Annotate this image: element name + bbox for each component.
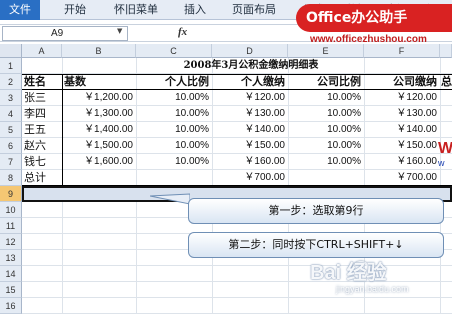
row-header[interactable]: 4 xyxy=(0,106,22,122)
watermark-logo-text: Office办公助手 xyxy=(306,10,408,26)
row-header[interactable]: 12 xyxy=(0,234,22,250)
row-header[interactable]: 2 xyxy=(0,74,22,90)
row-header[interactable]: 5 xyxy=(0,122,22,138)
callout-step-2-text: 第二步：同时按下CTRL+SHIFT+↓ xyxy=(228,238,404,251)
cell-company-rate[interactable]: 10.00% xyxy=(288,106,364,122)
baidu-watermark-logo: Bai 经验 xyxy=(310,262,387,284)
cell-personal-rate[interactable]: 10.00% xyxy=(136,122,212,138)
column-header-d[interactable]: D xyxy=(212,44,288,58)
cell-name[interactable]: 钱七 xyxy=(24,154,62,170)
cell-personal-amount[interactable]: ￥120.00 xyxy=(212,90,288,106)
cell-company-amount[interactable]: ￥150.00 xyxy=(364,138,440,154)
cell-company-rate[interactable]: 10.00% xyxy=(288,122,364,138)
cell-base[interactable]: ￥1,500.00 xyxy=(62,138,136,154)
table-border xyxy=(22,89,452,90)
column-header-a[interactable]: A xyxy=(22,44,62,58)
cell-personal-amount[interactable]: ￥140.00 xyxy=(212,122,288,138)
column-header-b[interactable]: B xyxy=(62,44,136,58)
cell-company-rate[interactable]: 10.00% xyxy=(288,154,364,170)
cell-company-amount[interactable]: ￥140.00 xyxy=(364,122,440,138)
cell-company-amount[interactable]: ￥130.00 xyxy=(364,106,440,122)
row-header[interactable]: 15 xyxy=(0,282,22,298)
tab-insert[interactable]: 插入 xyxy=(184,0,206,20)
header-company-amount[interactable]: 公司缴纳 xyxy=(364,74,440,90)
cell-total-label[interactable]: 总计 xyxy=(24,170,62,186)
baidu-watermark-url: jingyan.baidu.com xyxy=(336,284,409,294)
row-header[interactable]: 10 xyxy=(0,202,22,218)
callout-pointer-icon xyxy=(150,193,190,205)
table-border xyxy=(22,74,452,75)
cell-company-rate[interactable]: 10.00% xyxy=(288,90,364,106)
tab-file[interactable]: 文件 xyxy=(0,0,40,20)
cell-total-company[interactable]: ￥700.00 xyxy=(364,170,440,186)
select-all-corner[interactable] xyxy=(0,44,22,58)
row-header[interactable]: 7 xyxy=(0,154,22,170)
column-header-e[interactable]: E xyxy=(288,44,364,58)
header-base[interactable]: 基数 xyxy=(64,74,136,90)
table-border xyxy=(62,74,63,186)
office-watermark-logo: Office办公助手 xyxy=(296,4,452,32)
table-border xyxy=(22,185,452,186)
cell-name[interactable]: 赵六 xyxy=(24,138,62,154)
cell-personal-amount[interactable]: ￥150.00 xyxy=(212,138,288,154)
cell-company-amount[interactable]: ￥160.00 xyxy=(364,154,440,170)
row-header[interactable]: 8 xyxy=(0,170,22,186)
tab-page-layout[interactable]: 页面布局 xyxy=(232,0,276,20)
tab-home[interactable]: 开始 xyxy=(64,0,86,20)
row-header[interactable]: 6 xyxy=(0,138,22,154)
callout-step-1-text: 第一步：选取第9行 xyxy=(268,204,364,217)
cell-name[interactable]: 张三 xyxy=(24,90,62,106)
header-personal-amount[interactable]: 个人缴纳 xyxy=(212,74,288,90)
header-name[interactable]: 姓名 xyxy=(24,74,62,90)
cell-company-amount[interactable]: ￥120.00 xyxy=(364,90,440,106)
cell-total-personal[interactable]: ￥700.00 xyxy=(212,170,288,186)
row-header[interactable]: 13 xyxy=(0,250,22,266)
row-header[interactable]: 14 xyxy=(0,266,22,282)
callout-step-2: 第二步：同时按下CTRL+SHIFT+↓ xyxy=(188,232,444,258)
header-personal-rate[interactable]: 个人比例 xyxy=(136,74,212,90)
header-total[interactable]: 总 xyxy=(441,74,452,90)
row-header[interactable]: 3 xyxy=(0,90,22,106)
cell-base[interactable]: ￥1,300.00 xyxy=(62,106,136,122)
cell-name[interactable]: 王五 xyxy=(24,122,62,138)
name-box-value: A9 xyxy=(51,28,64,39)
cell-company-rate[interactable]: 10.00% xyxy=(288,138,364,154)
column-header-g[interactable] xyxy=(440,44,452,58)
chevron-down-icon[interactable]: ▼ xyxy=(117,27,122,35)
callout-step-1: 第一步：选取第9行 xyxy=(188,198,444,224)
clipped-red-text: W xyxy=(438,140,452,157)
cell-personal-rate[interactable]: 10.00% xyxy=(136,90,212,106)
clipped-blue-text: w xyxy=(438,158,445,168)
cell-personal-rate[interactable]: 10.00% xyxy=(136,154,212,170)
row-header[interactable]: 11 xyxy=(0,218,22,234)
cell-base[interactable]: ￥1,600.00 xyxy=(62,154,136,170)
row-header-selected[interactable]: 9 xyxy=(0,186,22,202)
column-header-f[interactable]: F xyxy=(364,44,440,58)
cell-personal-amount[interactable]: ￥160.00 xyxy=(212,154,288,170)
cell-personal-rate[interactable]: 10.00% xyxy=(136,138,212,154)
sheet-title[interactable]: 2008年3月公积金缴纳明细表 xyxy=(62,58,440,74)
tab-classic-menu[interactable]: 怀旧菜单 xyxy=(114,0,158,20)
cell-personal-amount[interactable]: ￥130.00 xyxy=(212,106,288,122)
cell-base[interactable]: ￥1,200.00 xyxy=(62,90,136,106)
row-header[interactable]: 1 xyxy=(0,58,22,74)
insert-function-icon[interactable]: fx xyxy=(178,26,187,38)
cell-base[interactable]: ￥1,400.00 xyxy=(62,122,136,138)
column-header-c[interactable]: C xyxy=(136,44,212,58)
name-box[interactable]: A9 xyxy=(2,26,128,41)
cell-personal-rate[interactable]: 10.00% xyxy=(136,106,212,122)
header-company-rate[interactable]: 公司比例 xyxy=(288,74,364,90)
row-header[interactable]: 16 xyxy=(0,298,22,314)
cell-name[interactable]: 李四 xyxy=(24,106,62,122)
